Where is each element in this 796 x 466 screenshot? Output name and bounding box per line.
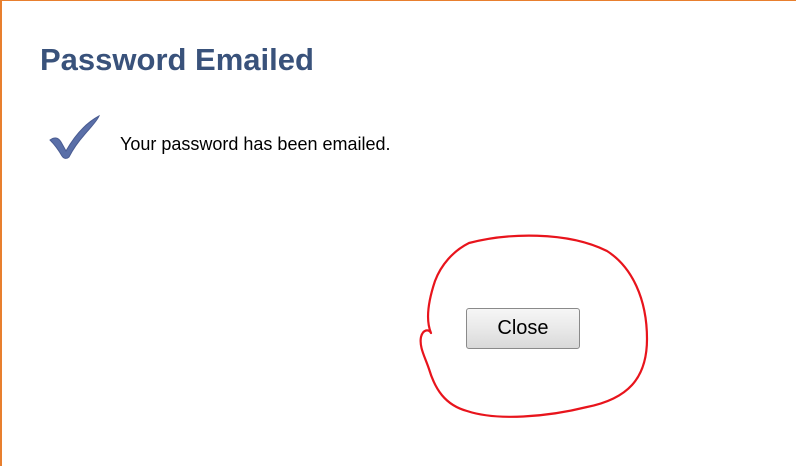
checkmark-icon bbox=[49, 114, 100, 159]
dialog-title: Password Emailed bbox=[40, 42, 314, 77]
close-button[interactable]: Close bbox=[466, 308, 580, 349]
success-message: Your password has been emailed. bbox=[120, 134, 391, 154]
password-emailed-dialog: Password Emailed Your password has been … bbox=[0, 0, 796, 466]
